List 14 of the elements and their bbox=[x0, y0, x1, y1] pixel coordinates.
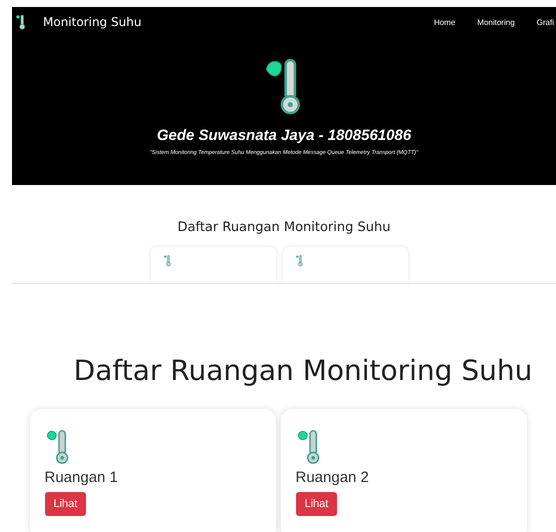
nav-link[interactable]: Home bbox=[434, 18, 456, 26]
thermometer-icon bbox=[15, 14, 27, 30]
section-title: Daftar Ruangan Monitoring Suhu bbox=[74, 354, 532, 387]
view-button[interactable]: Lihat bbox=[44, 492, 86, 516]
section-title: Daftar Ruangan Monitoring Suhu bbox=[178, 220, 390, 235]
room-name: Ruangan 2 bbox=[296, 469, 369, 486]
hero-title: Gede Suwasnata Jaya - 1808561086 bbox=[156, 127, 412, 144]
nav-link[interactable]: Monitoring bbox=[477, 18, 515, 26]
view-button[interactable]: Lihat bbox=[296, 492, 338, 516]
thermometer-icon bbox=[294, 254, 304, 267]
nav-link[interactable]: Grafi bbox=[536, 18, 554, 26]
room-name: Ruangan 1 bbox=[44, 469, 118, 486]
brand-title[interactable]: Monitoring Suhu bbox=[43, 15, 142, 29]
thermometer-icon bbox=[162, 254, 172, 267]
